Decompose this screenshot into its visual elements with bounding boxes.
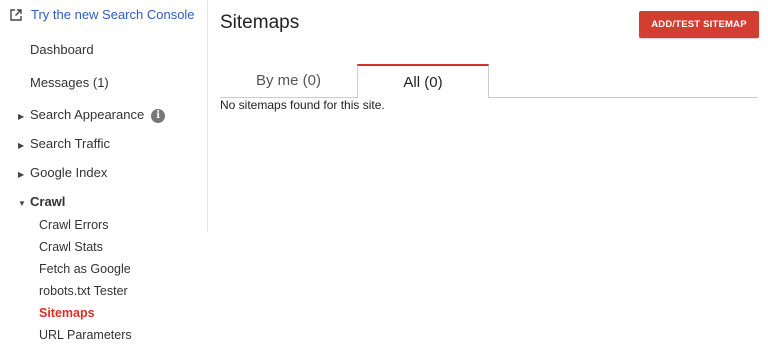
sidebar-item-label: Search Traffic — [30, 136, 110, 151]
sidebar-subitem-crawl-stats[interactable]: Crawl Stats — [39, 240, 103, 254]
add-test-sitemap-button[interactable]: ADD/TEST SITEMAP — [639, 11, 759, 38]
sidebar-item-crawl[interactable]: ▼ Crawl — [18, 194, 65, 209]
empty-state-message: No sitemaps found for this site. — [220, 98, 385, 112]
external-link-icon — [10, 8, 22, 21]
sidebar-item-label: Google Index — [30, 165, 108, 180]
sidebar-subitem-crawl-errors[interactable]: Crawl Errors — [39, 218, 108, 232]
sidebar-item-search-traffic[interactable]: ▶ Search Traffic — [18, 136, 110, 151]
tab-by-me[interactable]: By me (0) — [220, 64, 357, 97]
sidebar-item-messages[interactable]: Messages (1) — [30, 75, 109, 90]
sidebar-subitem-fetch-as-google[interactable]: Fetch as Google — [39, 262, 131, 276]
sidebar-item-search-appearance[interactable]: ▶ Search Appearance i — [18, 107, 166, 123]
page-title: Sitemaps — [220, 12, 300, 33]
sidebar-item-label: Search Appearance — [30, 107, 145, 122]
caret-right-icon: ▶ — [18, 141, 25, 150]
info-icon[interactable]: i — [151, 108, 166, 123]
sidebar-item-google-index[interactable]: ▶ Google Index — [18, 165, 107, 180]
sidebar-subitem-url-parameters[interactable]: URL Parameters — [39, 328, 132, 342]
caret-right-icon: ▶ — [18, 170, 25, 179]
sidebar-subitem-sitemaps[interactable]: Sitemaps — [39, 306, 95, 320]
try-new-console-link[interactable]: Try the new Search Console — [10, 7, 195, 22]
caret-down-icon: ▼ — [18, 199, 26, 208]
tab-all[interactable]: All (0) — [357, 64, 489, 98]
sidebar-item-label: Crawl — [30, 194, 66, 209]
sidebar-item-dashboard[interactable]: Dashboard — [30, 42, 94, 57]
sidebar-subitem-robots-tester[interactable]: robots.txt Tester — [39, 284, 128, 298]
caret-right-icon: ▶ — [18, 112, 25, 121]
try-link-label: Try the new Search Console — [31, 7, 195, 22]
